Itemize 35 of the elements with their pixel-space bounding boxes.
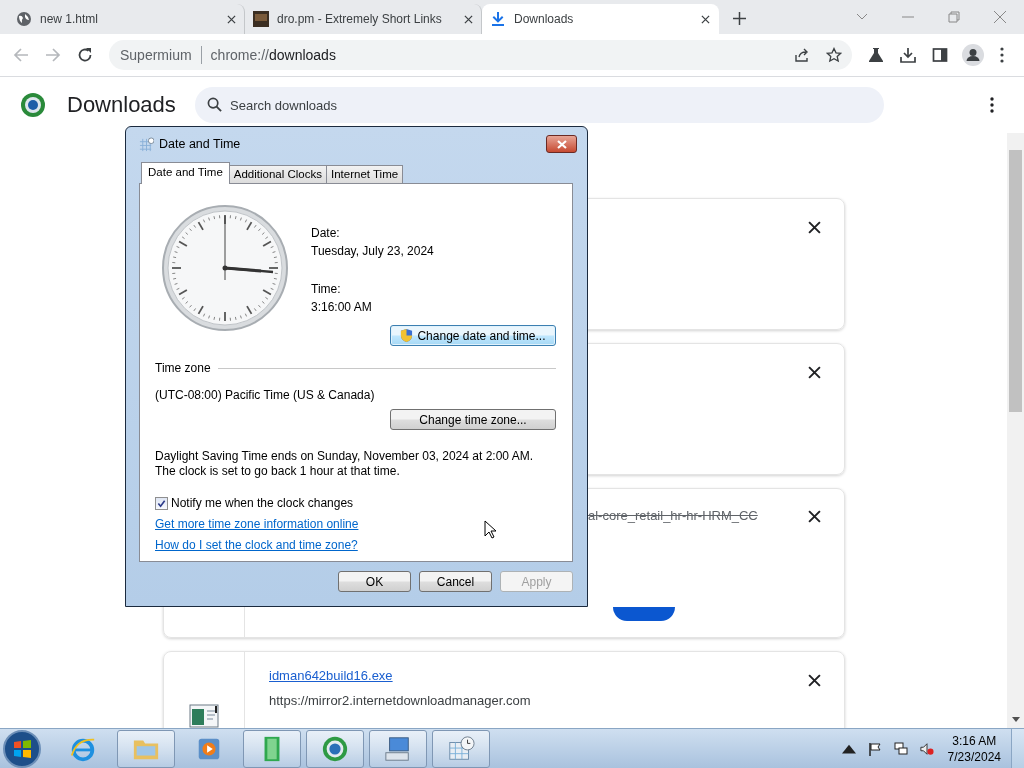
url-text: chrome://downloads: [210, 47, 336, 63]
browser-tab[interactable]: new 1.html: [8, 4, 245, 34]
clock-time: 3:16 AM: [952, 732, 997, 749]
browser-tab[interactable]: Downloads: [482, 4, 719, 34]
dialog-tab[interactable]: Date and Time: [141, 162, 230, 184]
file-link[interactable]: idman642build16.exe: [269, 668, 844, 683]
site-label: Supermium: [120, 47, 192, 63]
date-label: Date:: [311, 225, 341, 242]
group-label: Time zone: [155, 361, 211, 375]
taskbar-clock[interactable]: 3:16 AM 7/23/2024: [947, 732, 1001, 765]
time-zone-value: (UTC-08:00) Pacific Time (US & Canada): [155, 388, 376, 402]
source-url: https://mirror2.internetdownloadmanager.com: [269, 693, 532, 708]
change-date-time-button[interactable]: Change date and time...: [390, 325, 556, 346]
dst-note: Daylight Saving Time ends on Sunday, November 03, 2024 at 2:00 AM. The clock is set to go back 1 hour at that time.: [155, 449, 534, 479]
clock-date: 7/23/2024: [947, 748, 1001, 765]
dialog-button[interactable]: OK: [338, 571, 411, 592]
date-value: Tuesday, July 23, 2024: [311, 243, 435, 260]
help-link[interactable]: Get more time zone information online: [155, 517, 359, 531]
dialog-tab[interactable]: Additional Clocks: [228, 165, 327, 183]
dialog-tab[interactable]: Internet Time: [326, 165, 404, 183]
file-name: al-core_retail_hr-hr-HRM_CC: [588, 508, 758, 523]
dialog-button[interactable]: Cancel: [419, 571, 492, 592]
time-label: Time:: [311, 281, 342, 298]
tab-title: new 1.html: [40, 12, 100, 26]
checkbox-label: Notify me when the clock changes: [171, 496, 354, 510]
search-field[interactable]: Search downloads: [195, 87, 884, 123]
change-time-zone-button[interactable]: Change time zone...: [390, 409, 556, 430]
tab-title: Downloads: [514, 12, 575, 26]
dialog-title: Date and Time: [159, 137, 241, 151]
tab-title: dro.pm - Extremely Short Links: [277, 12, 443, 26]
browser-tab[interactable]: dro.pm - Extremely Short Links: [245, 4, 482, 34]
time-value: 3:16:00 AM: [311, 299, 373, 316]
help-link[interactable]: How do I set the clock and time zone?: [155, 538, 358, 552]
page-title: Downloads: [67, 92, 177, 118]
address-field[interactable]: Supermium chrome://downloads: [109, 40, 852, 70]
